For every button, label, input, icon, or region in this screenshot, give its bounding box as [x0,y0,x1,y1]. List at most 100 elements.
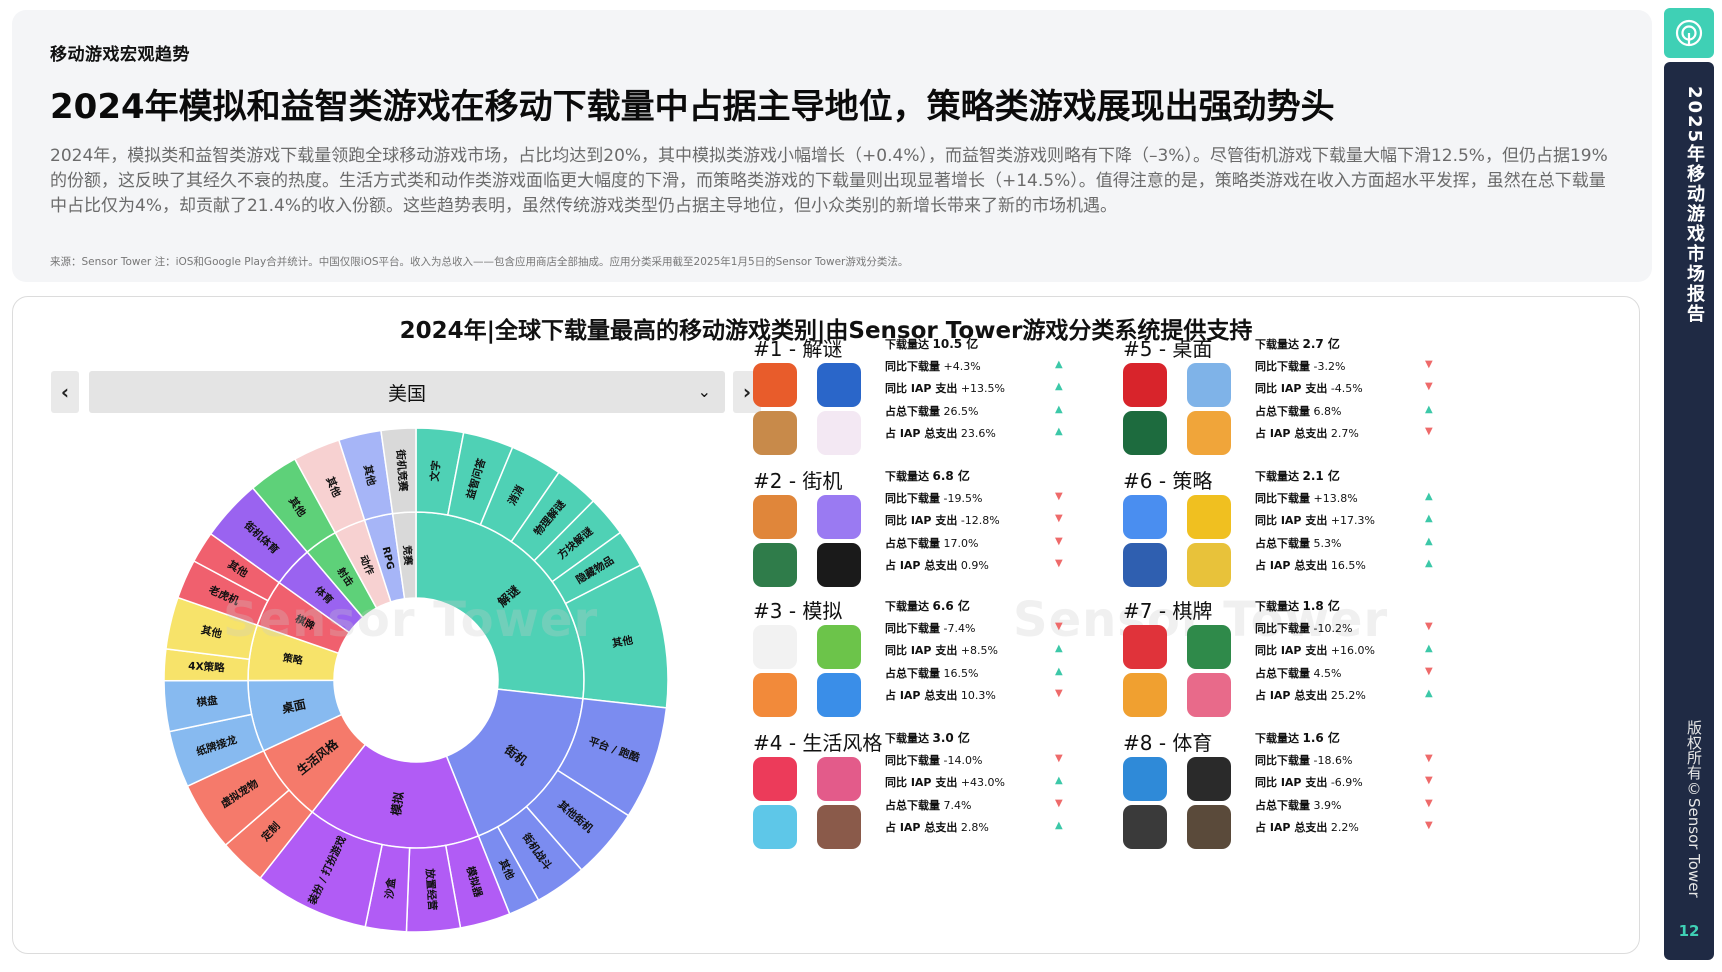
page-headline: 2024年模拟和益智类游戏在移动下载量中占据主导地位，策略类游戏展现出强劲势头 [50,87,1335,127]
stat-value: -6.9% [1327,776,1363,789]
game-app-icon[interactable] [1187,543,1231,587]
stat-label: 占总下载量 [885,666,940,680]
arrow-up-icon: ▲ [1055,665,1063,677]
arrow-up-icon: ▲ [1055,775,1063,786]
stat-label: 同比下载量 [1255,491,1310,505]
yoy-iap-row: 同比 IAP 支出 -4.5% ▼ [1255,380,1455,403]
game-app-icon[interactable] [817,411,861,455]
game-app-icon[interactable] [753,363,797,407]
stat-value: -12.8% [957,514,1000,527]
game-app-icon[interactable] [817,673,861,717]
arrow-up-icon: ▲ [1055,403,1063,415]
game-app-icon[interactable] [1187,363,1231,407]
downloads-row: 下载量达 10.5 亿 [885,335,1085,358]
stat-label: 同比 IAP 支出 [885,776,958,789]
game-app-icon[interactable] [817,805,861,849]
game-app-icon[interactable] [1187,757,1231,801]
download-share-row: 占总下载量 3.9% ▼ [1255,797,1455,820]
category-title: #3 - 模拟 [753,599,843,623]
game-app-icon[interactable] [753,673,797,717]
game-app-icon[interactable] [753,625,797,669]
downloads-label: 下载量达 [1255,338,1299,351]
arrow-up-icon: ▲ [1425,535,1433,547]
stat-value: 6.8% [1310,404,1342,418]
game-app-icon[interactable] [1123,411,1167,455]
game-app-icon[interactable] [1123,543,1167,587]
game-app-icon[interactable] [817,757,861,801]
arrow-down-icon: ▼ [1055,535,1063,547]
game-app-icon[interactable] [1123,757,1167,801]
downloads-row: 下载量达 3.0 亿 [885,729,1085,752]
arrow-down-icon: ▼ [1425,775,1433,786]
sidebar-title: 2025年移动游戏市场报告 [1684,86,1705,325]
stat-value: 3.9% [1310,798,1342,812]
stat-label: 同比下载量 [885,359,940,373]
yoy-downloads-row: 同比下载量 +13.8% ▲ [1255,490,1455,513]
downloads-row: 下载量达 6.6 亿 [885,597,1085,620]
stat-value: +13.5% [957,382,1005,395]
category-stats: 下载量达 1.8 亿同比下载量 -10.2% ▼ 同比 IAP 支出 +16.0% ▲… [1255,597,1455,710]
arrow-up-icon: ▲ [1425,513,1433,524]
stat-value: 26.5% [940,404,979,418]
game-app-icon[interactable] [817,495,861,539]
game-app-icon[interactable] [1123,625,1167,669]
section-label: 移动游戏宏观趋势 [50,45,190,65]
yoy-iap-row: 同比 IAP 支出 +17.3% ▲ [1255,512,1455,535]
stat-value: 2.7% [1327,427,1359,440]
category-block: #8 - 体育 下载量达 1.6 亿同比下载量 -18.6% ▼ 同比 IAP 支出 … [1123,727,1483,855]
category-title: #4 - 生活风格 [753,731,883,755]
region-dropdown[interactable]: 美国 ⌄ [89,371,725,413]
category-block: #6 - 策略 下载量达 2.1 亿同比下载量 +13.8% ▲ 同比 IAP 支出 … [1123,465,1483,593]
arrow-down-icon: ▼ [1425,820,1433,831]
download-share-row: 占总下载量 26.5% ▲ [885,403,1085,426]
game-app-icon[interactable] [753,757,797,801]
yoy-iap-row: 同比 IAP 支出 +16.0% ▲ [1255,642,1455,665]
stat-label: 同比下载量 [1255,359,1310,373]
stat-value: 0.9% [957,559,989,572]
game-app-icon[interactable] [1123,805,1167,849]
sunburst-outer-label: 4X策略 [188,659,226,674]
yoy-iap-row: 同比 IAP 支出 -6.9% ▼ [1255,774,1455,797]
logo-tab [1664,8,1714,58]
yoy-iap-row: 同比 IAP 支出 +8.5% ▲ [885,642,1085,665]
game-app-icon[interactable] [1123,495,1167,539]
game-app-icon[interactable] [817,625,861,669]
game-app-icon[interactable] [1187,625,1231,669]
game-app-icon[interactable] [1187,495,1231,539]
game-app-icon[interactable] [753,495,797,539]
game-app-icon[interactable] [1187,673,1231,717]
game-app-icon[interactable] [753,805,797,849]
downloads-value: 10.5 亿 [932,337,979,351]
arrow-down-icon: ▼ [1055,688,1063,699]
page-number: 12 [1678,922,1700,940]
game-app-icon[interactable] [753,411,797,455]
category-stats: 下载量达 2.7 亿同比下载量 -3.2% ▼ 同比 IAP 支出 -4.5% ▼ 占总… [1255,335,1455,448]
arrow-down-icon: ▼ [1425,665,1433,677]
stat-label: 占 IAP 总支出 [1255,559,1328,572]
downloads-value: 1.8 亿 [1302,599,1340,613]
category-block: #4 - 生活风格 下载量达 3.0 亿同比下载量 -14.0% ▼ 同比 IAP 支… [753,727,1113,855]
stat-label: 占 IAP 总支出 [1255,821,1328,834]
game-app-icon[interactable] [817,363,861,407]
download-share-row: 占总下载量 6.8% ▲ [1255,403,1455,426]
sensor-tower-logo-icon [1675,19,1703,47]
stat-label: 同比下载量 [885,621,940,635]
prev-region-button[interactable]: ‹ [51,371,79,413]
game-app-icon[interactable] [817,543,861,587]
stat-value: -19.5% [940,491,983,505]
game-app-icon[interactable] [1123,673,1167,717]
yoy-downloads-row: 同比下载量 -14.0% ▼ [885,752,1085,775]
arrow-up-icon: ▲ [1425,688,1433,699]
region-value: 美国 [387,382,426,405]
downloads-label: 下载量达 [1255,600,1299,613]
game-app-icon[interactable] [1187,411,1231,455]
game-app-icon[interactable] [1123,363,1167,407]
category-title: #2 - 街机 [753,469,843,493]
game-app-icon[interactable] [753,543,797,587]
stat-value: +16.0% [1327,644,1375,657]
stat-value: +8.5% [957,644,998,657]
arrow-down-icon: ▼ [1425,797,1433,809]
game-app-icon[interactable] [1187,805,1231,849]
report-page: 移动游戏宏观趋势 2024年模拟和益智类游戏在移动下载量中占据主导地位，策略类游… [0,0,1722,972]
stat-label: 同比 IAP 支出 [1255,776,1328,789]
